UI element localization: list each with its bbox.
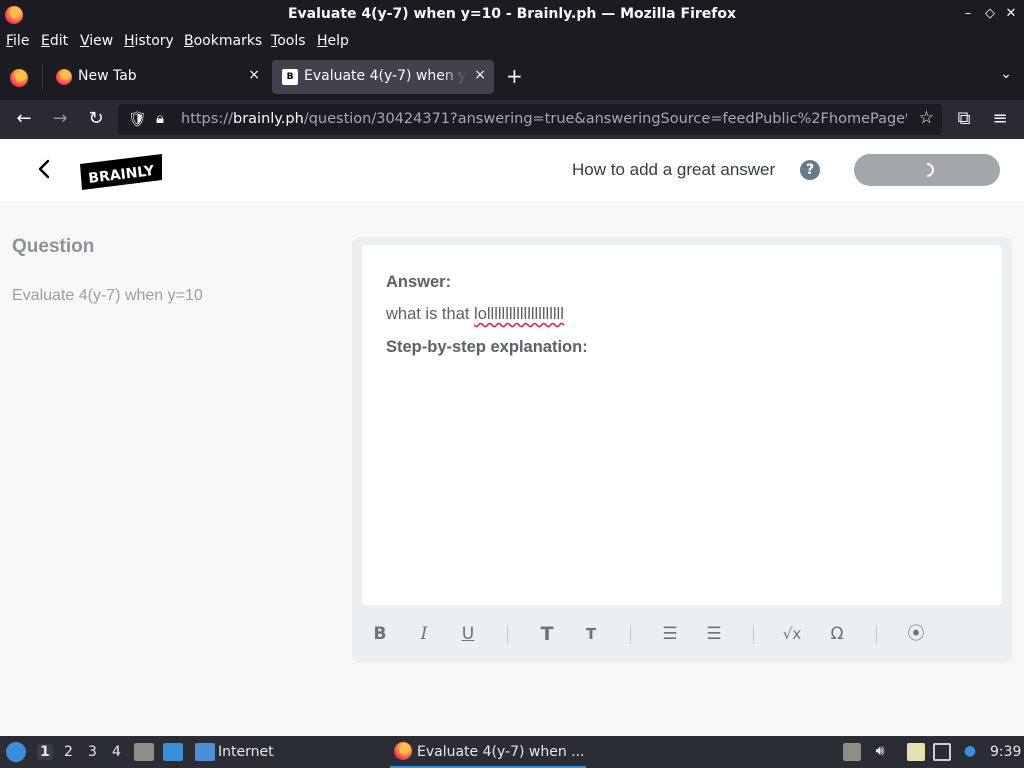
brainly-favicon-icon: B <box>282 69 298 85</box>
help-icon[interactable]: ? <box>800 160 820 180</box>
workspace-2[interactable]: 2 <box>64 744 73 760</box>
editor-toolbar: B I U T T ☰ ☰ √x Ω ⦿ <box>352 613 1012 657</box>
page-header: BRAINLY How to add a great answer ? <box>0 139 1024 201</box>
answer-text: what is that lolllllllllllllllllllll <box>386 305 564 324</box>
maximize-button[interactable]: ◇ <box>980 4 1000 24</box>
url-domain: brainly.ph <box>232 111 304 127</box>
minimize-button[interactable]: – <box>958 4 978 24</box>
list-all-tabs-icon[interactable]: ⌄ <box>1000 66 1012 82</box>
window-titlebar: Evaluate 4(y-7) when y=10 - Brainly.ph —… <box>0 0 1024 29</box>
battery-icon[interactable] <box>843 743 861 761</box>
notification-icon[interactable]: ● <box>961 743 979 761</box>
firefox-view-icon[interactable] <box>10 69 28 87</box>
url-bar[interactable]: 🛡︎ 🔒︎ https://brainly.ph/question/304243… <box>118 104 942 135</box>
os-taskbar: 1 2 3 4 Internet Evaluate 4(y-7) when ..… <box>0 736 1024 768</box>
url-text[interactable]: https://brainly.ph/question/30424371?ans… <box>181 111 907 127</box>
bullet-list-icon[interactable]: ☰ <box>701 621 727 647</box>
brainly-logo[interactable]: BRAINLY <box>80 154 162 190</box>
workspace-3[interactable]: 3 <box>88 744 97 760</box>
answer-editor[interactable]: Answer: what is that lolllllllllllllllll… <box>362 245 1002 605</box>
tracking-protection-shield-icon[interactable]: 🛡︎ <box>128 110 147 128</box>
network-icon[interactable] <box>933 743 951 761</box>
bookmark-star-icon[interactable]: ☆ <box>919 108 934 128</box>
menu-bookmarks[interactable]: Bookmarks <box>184 33 262 49</box>
answer-text-plain: what is that <box>386 305 475 323</box>
heading-small-icon[interactable]: T <box>578 621 604 647</box>
equation-icon[interactable]: √x <box>779 621 805 647</box>
page-content: BRAINLY How to add a great answer ? Ques… <box>0 139 1024 736</box>
taskbar-firefox-task[interactable]: Evaluate 4(y-7) when ... <box>390 736 586 768</box>
extensions-icon[interactable]: ⧉ <box>952 108 976 132</box>
url-path: /question/30424371?answering=true&answer… <box>303 111 907 127</box>
folder-icon[interactable] <box>195 743 215 761</box>
forward-button[interactable]: → <box>48 108 72 132</box>
answer-heading: Answer: <box>386 273 452 291</box>
menu-history[interactable]: History <box>124 33 174 49</box>
menubar: File Edit View History Bookmarks Tools H… <box>0 29 1024 54</box>
task-label: Evaluate 4(y-7) when ... <box>417 744 585 760</box>
close-window-button[interactable]: ✕ <box>1001 4 1021 24</box>
tabbar: New Tab × B Evaluate 4(y-7) when y=10 - … <box>0 54 1024 100</box>
new-tab-button[interactable]: + <box>506 64 523 88</box>
workspace-4[interactable]: 4 <box>112 744 121 760</box>
workspace-1[interactable]: 1 <box>37 744 53 760</box>
tab-close-icon[interactable]: × <box>248 67 260 83</box>
file-manager-icon[interactable] <box>134 743 154 761</box>
omega-symbol-icon[interactable]: Ω <box>824 621 850 647</box>
firefox-icon <box>394 742 412 760</box>
menu-file[interactable]: File <box>6 33 29 49</box>
italic-icon[interactable]: I <box>411 621 437 647</box>
tab-label: New Tab <box>78 68 137 84</box>
reload-button[interactable]: ↻ <box>84 108 108 132</box>
explanation-heading: Step-by-step explanation: <box>386 338 588 356</box>
menu-edit[interactable]: Edit <box>41 33 68 49</box>
toolbar-divider <box>507 626 508 644</box>
firefox-favicon-icon <box>56 69 72 85</box>
bold-icon[interactable]: B <box>367 621 393 647</box>
navigation-toolbar: ← → ↻ 🛡︎ 🔒︎ https://brainly.ph/question/… <box>0 100 1024 139</box>
menu-view[interactable]: View <box>80 33 113 49</box>
url-scheme: https:// <box>181 111 233 127</box>
loading-spinner-icon <box>917 160 937 180</box>
paperclip-icon[interactable]: ⦿ <box>903 621 929 647</box>
menu-help[interactable]: Help <box>317 33 349 49</box>
answer-editor-container: Answer: what is that lolllllllllllllllll… <box>352 237 1012 663</box>
answer-text-misspelled: lolllllllllllllllllllll <box>474 305 564 323</box>
menu-tools[interactable]: Tools <box>271 33 306 49</box>
how-to-answer-link[interactable]: How to add a great answer <box>572 160 775 180</box>
underline-icon[interactable]: U <box>455 621 481 647</box>
tab-separator <box>42 64 43 90</box>
tab-new-tab[interactable]: New Tab × <box>46 60 268 94</box>
question-text: Evaluate 4(y-7) when y=10 <box>12 287 203 304</box>
toolbar-divider <box>876 626 877 644</box>
ordered-list-icon[interactable]: ☰ <box>657 621 683 647</box>
tab-label: Evaluate 4(y-7) when y=10 - Brainly.ph <box>304 68 466 84</box>
back-button[interactable]: ← <box>12 108 36 132</box>
toolbar-divider <box>630 626 631 644</box>
back-chevron-icon[interactable] <box>34 157 56 181</box>
submit-answer-button[interactable] <box>854 154 1000 186</box>
question-label: Question <box>12 236 95 257</box>
clock: 9:39 <box>990 744 1022 760</box>
heading-large-icon[interactable]: T <box>534 621 560 647</box>
app-menu-icon[interactable]: ≡ <box>988 108 1012 132</box>
desktop-icon[interactable] <box>163 743 183 761</box>
toolbar-divider <box>753 626 754 644</box>
lock-icon[interactable]: 🔒︎ <box>156 109 164 127</box>
internet-launcher[interactable]: Internet <box>218 744 274 760</box>
tab-close-icon[interactable]: × <box>474 67 486 83</box>
clipboard-icon[interactable] <box>907 743 925 761</box>
start-menu-icon[interactable] <box>6 742 26 762</box>
window-title: Evaluate 4(y-7) when y=10 - Brainly.ph —… <box>287 6 737 22</box>
tab-brainly-question[interactable]: B Evaluate 4(y-7) when y=10 - Brainly.ph… <box>272 60 494 94</box>
volume-icon[interactable]: 🔊︎ <box>871 743 889 761</box>
